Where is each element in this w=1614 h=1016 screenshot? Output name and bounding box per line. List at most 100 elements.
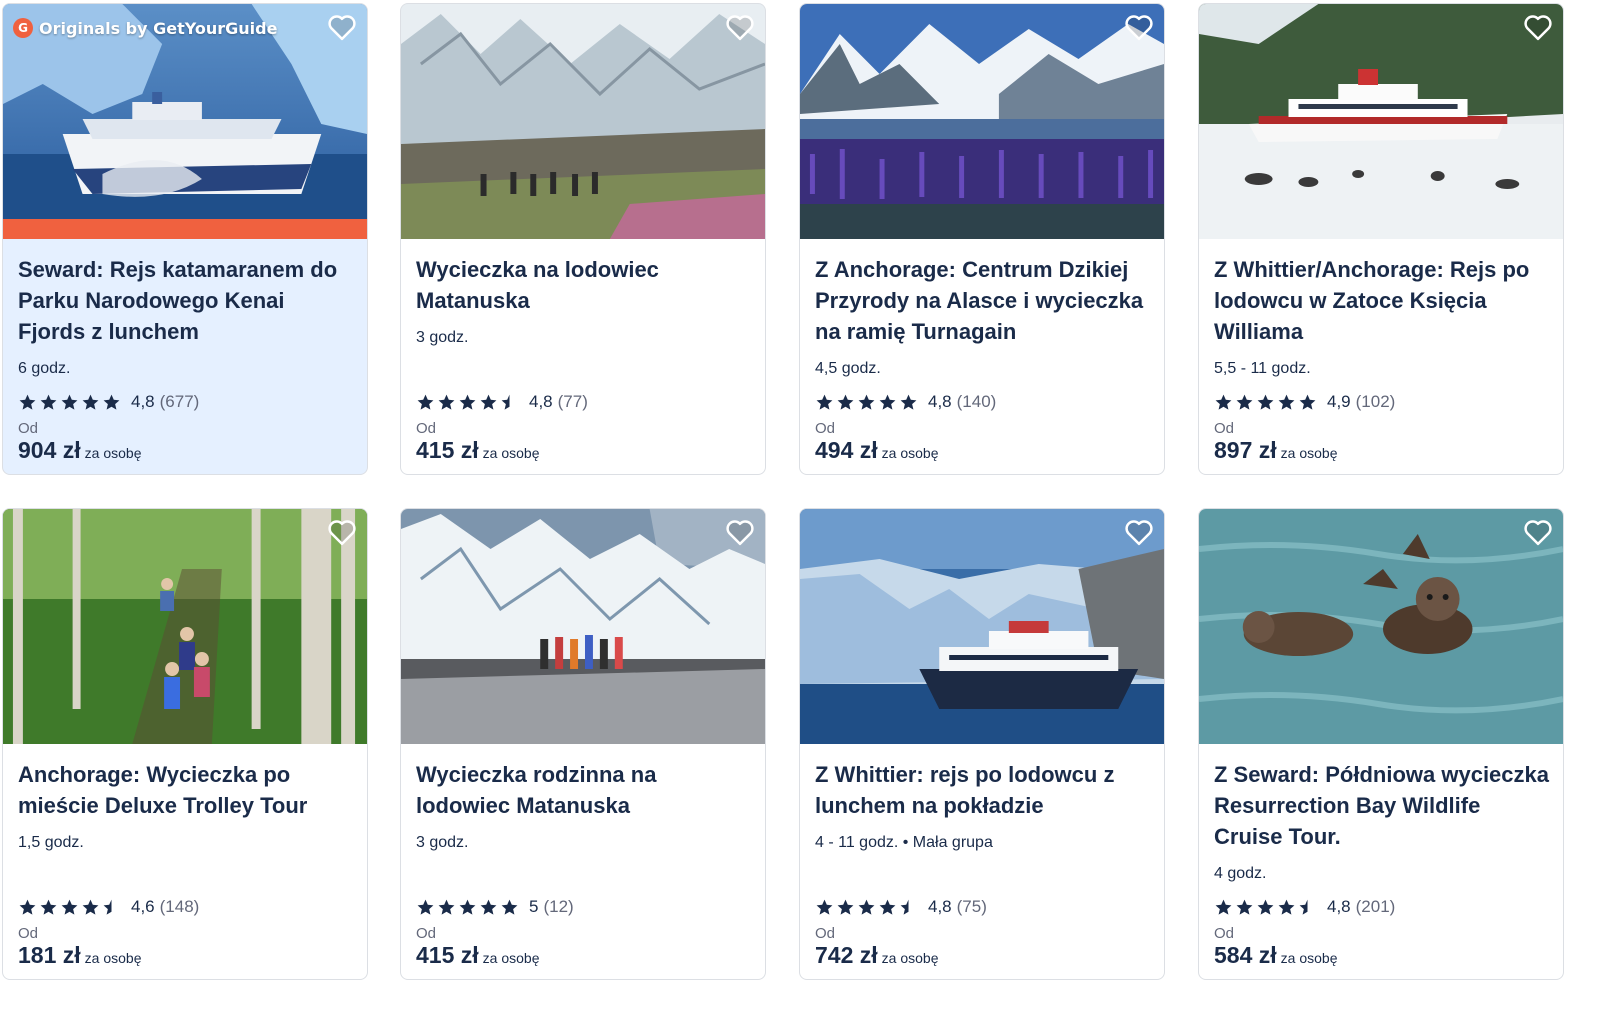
activity-image bbox=[1199, 4, 1563, 239]
price-amount: 415 zł bbox=[416, 437, 479, 463]
star-half-icon bbox=[1299, 899, 1308, 915]
star-icon bbox=[459, 394, 476, 410]
star-half-icon bbox=[103, 899, 112, 915]
price-from-label: Od bbox=[815, 925, 836, 942]
rating-value: 4,8 bbox=[1327, 897, 1351, 916]
price: 584 zł za osobę bbox=[1214, 942, 1551, 969]
activity-duration: 6 godz. bbox=[18, 360, 71, 377]
wishlist-heart-icon[interactable] bbox=[1124, 517, 1154, 547]
wishlist-heart-icon[interactable] bbox=[1523, 12, 1553, 42]
review-count: (77) bbox=[557, 392, 588, 411]
rating: 5 (12) bbox=[416, 897, 753, 917]
activity-duration: 4 godz. bbox=[1214, 865, 1267, 882]
price-per-person: za osobę bbox=[84, 950, 142, 966]
price-from-label: Od bbox=[18, 420, 39, 437]
star-icon bbox=[816, 394, 833, 410]
star-icon bbox=[1236, 394, 1253, 410]
originals-ribbon bbox=[3, 219, 367, 239]
rating: 4,9 (102) bbox=[1214, 392, 1551, 412]
rating-value: 4,6 bbox=[131, 897, 155, 916]
activity-card[interactable]: Z Whittier: rejs po lodowcu z lunchem na… bbox=[799, 508, 1165, 980]
rating-value: 4,8 bbox=[928, 392, 952, 411]
wishlist-heart-icon[interactable] bbox=[327, 12, 357, 42]
star-icon bbox=[900, 394, 917, 410]
wishlist-heart-icon[interactable] bbox=[327, 517, 357, 547]
star-icon bbox=[879, 394, 896, 410]
rating: 4,8 (77) bbox=[416, 392, 753, 412]
activity-grid: G Originals by GetYourGuide Seward: Rejs… bbox=[0, 0, 1614, 1016]
price-from-label: Od bbox=[1214, 925, 1235, 942]
review-count: (75) bbox=[956, 897, 987, 916]
activity-duration: 4 - 11 godz. • Mała grupa bbox=[815, 834, 993, 851]
review-count: (201) bbox=[1355, 897, 1396, 916]
activity-title[interactable]: Anchorage: Wycieczka po mieście Deluxe T… bbox=[18, 759, 355, 821]
star-icon bbox=[61, 394, 78, 410]
price-amount: 181 zł bbox=[18, 942, 81, 968]
star-icon bbox=[1257, 394, 1274, 410]
star-icon bbox=[417, 394, 434, 410]
activity-card[interactable]: Anchorage: Wycieczka po mieście Deluxe T… bbox=[2, 508, 368, 980]
star-icon bbox=[1299, 394, 1316, 410]
activity-card[interactable]: Wycieczka rodzinna na lodowiec Matanuska… bbox=[400, 508, 766, 980]
rating-value: 4,8 bbox=[529, 392, 553, 411]
activity-title[interactable]: Wycieczka rodzinna na lodowiec Matanuska bbox=[416, 759, 753, 821]
star-rating-icon bbox=[815, 898, 920, 917]
activity-duration: 4,5 godz. bbox=[815, 360, 881, 377]
activity-image bbox=[1199, 509, 1563, 744]
activity-title[interactable]: Z Anchorage: Centrum Dzikiej Przyrody na… bbox=[815, 254, 1152, 347]
star-icon bbox=[1278, 394, 1295, 410]
price-per-person: za osobę bbox=[482, 445, 540, 461]
activity-title[interactable]: Wycieczka na lodowiec Matanuska bbox=[416, 254, 753, 316]
star-rating-icon bbox=[18, 393, 123, 412]
star-icon bbox=[480, 394, 497, 410]
review-count: (12) bbox=[543, 897, 574, 916]
activity-duration: 3 godz. bbox=[416, 329, 469, 346]
price-from-label: Od bbox=[416, 420, 437, 437]
star-icon bbox=[858, 899, 875, 915]
activity-image bbox=[401, 4, 765, 239]
originals-badge: G Originals by GetYourGuide bbox=[13, 18, 277, 38]
price-per-person: za osobę bbox=[881, 950, 939, 966]
activity-title[interactable]: Seward: Rejs katamaranem do Parku Narodo… bbox=[18, 254, 355, 347]
star-icon bbox=[82, 899, 99, 915]
activity-title[interactable]: Z Seward: Półdniowa wycieczka Resurrecti… bbox=[1214, 759, 1551, 852]
star-icon bbox=[61, 899, 78, 915]
activity-duration: 1,5 godz. bbox=[18, 834, 84, 851]
review-count: (102) bbox=[1355, 392, 1396, 411]
star-icon bbox=[879, 899, 896, 915]
star-icon bbox=[1215, 394, 1232, 410]
price: 415 zł za osobę bbox=[416, 437, 753, 464]
star-icon bbox=[816, 899, 833, 915]
review-count: (140) bbox=[956, 392, 997, 411]
activity-card[interactable]: Z Seward: Półdniowa wycieczka Resurrecti… bbox=[1198, 508, 1564, 980]
activity-card[interactable]: Wycieczka na lodowiec Matanuska 3 godz. … bbox=[400, 3, 766, 475]
rating: 4,8 (677) bbox=[18, 392, 355, 412]
activity-title[interactable]: Z Whittier/Anchorage: Rejs po lodowcu w … bbox=[1214, 254, 1551, 347]
review-count: (677) bbox=[159, 392, 200, 411]
activity-image bbox=[3, 509, 367, 744]
price-amount: 904 zł bbox=[18, 437, 81, 463]
rating-value: 4,9 bbox=[1327, 392, 1351, 411]
star-icon bbox=[837, 899, 854, 915]
wishlist-heart-icon[interactable] bbox=[725, 517, 755, 547]
price: 897 zł za osobę bbox=[1214, 437, 1551, 464]
rating-value: 4,8 bbox=[928, 897, 952, 916]
activity-card[interactable]: Z Anchorage: Centrum Dzikiej Przyrody na… bbox=[799, 3, 1165, 475]
wishlist-heart-icon[interactable] bbox=[1523, 517, 1553, 547]
star-icon bbox=[40, 899, 57, 915]
price: 494 zł za osobę bbox=[815, 437, 1152, 464]
star-icon bbox=[1236, 899, 1253, 915]
price-amount: 494 zł bbox=[815, 437, 878, 463]
activity-card[interactable]: G Originals by GetYourGuide Seward: Rejs… bbox=[2, 3, 368, 475]
wishlist-heart-icon[interactable] bbox=[1124, 12, 1154, 42]
activity-card[interactable]: Z Whittier/Anchorage: Rejs po lodowcu w … bbox=[1198, 3, 1564, 475]
star-rating-icon bbox=[1214, 898, 1319, 917]
star-icon bbox=[1215, 899, 1232, 915]
wishlist-heart-icon[interactable] bbox=[725, 12, 755, 42]
price-per-person: za osobę bbox=[881, 445, 939, 461]
price-from-label: Od bbox=[18, 925, 39, 942]
price-amount: 415 zł bbox=[416, 942, 479, 968]
star-icon bbox=[19, 899, 36, 915]
price: 415 zł za osobę bbox=[416, 942, 753, 969]
activity-title[interactable]: Z Whittier: rejs po lodowcu z lunchem na… bbox=[815, 759, 1152, 821]
